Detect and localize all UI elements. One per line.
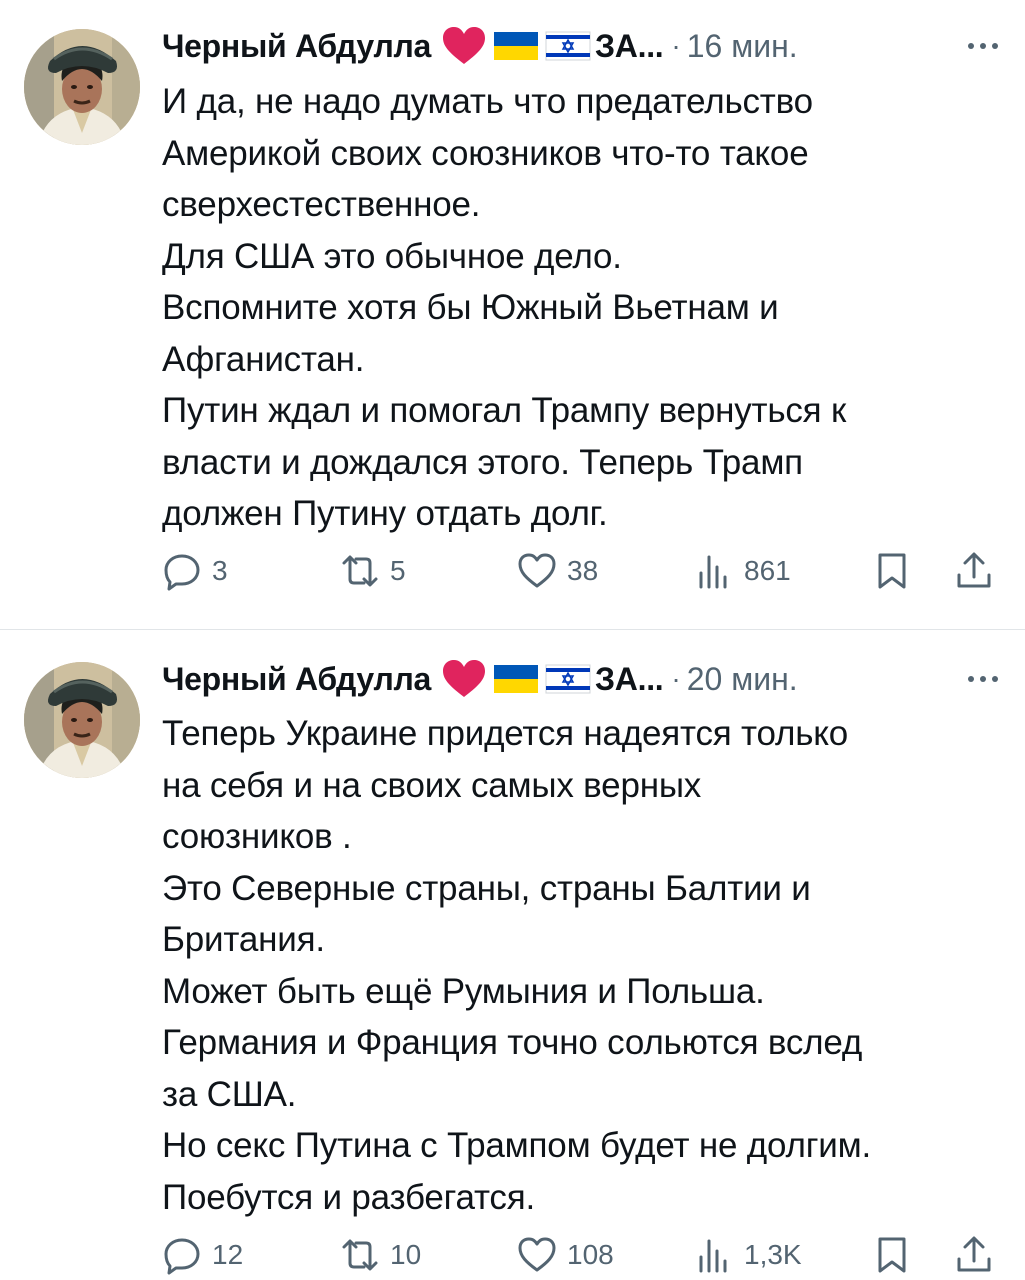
- tweet-line: союзников .: [162, 817, 352, 856]
- tweet-line: Германия и Франция точно сольются вслед: [162, 1023, 863, 1062]
- tweet-line: Британия.: [162, 920, 325, 959]
- tweet-line: Поебутся и разбегатся.: [162, 1177, 535, 1217]
- repost-button[interactable]: 10: [340, 1230, 421, 1280]
- reply-count: 12: [212, 1239, 244, 1270]
- tweet-line: на себя и на своих самых верных: [162, 765, 702, 805]
- tweet-line: Но секс Путина с Трампом будет не долгим…: [162, 1126, 872, 1165]
- tweet[interactable]: Черный Абдулла ЗА... · 20 мин. Теперь Ук…: [0, 0, 1025, 1280]
- tweet-line: Может быть ещё Румыния и Польша.: [162, 971, 765, 1011]
- repost-icon: [342, 1239, 378, 1271]
- israel-flag-icon: [545, 664, 591, 694]
- views-icon: [699, 1239, 727, 1273]
- ukraine-flag-icon: [494, 665, 539, 693]
- like-count: 108: [567, 1239, 614, 1270]
- tweet-line: Это Северные страны, страны Балтии и: [162, 868, 811, 908]
- views-count: 1,3K: [744, 1239, 802, 1270]
- red-heart-icon: [443, 660, 486, 697]
- tweet-header: Черный Абдулла ЗА... · 20 мин.: [162, 659, 1003, 699]
- share-button[interactable]: [954, 1230, 994, 1280]
- avatar-image: [24, 662, 140, 778]
- share-icon: [957, 1236, 991, 1272]
- avatar[interactable]: [24, 662, 140, 778]
- more-icon[interactable]: [963, 665, 1003, 693]
- author-name[interactable]: Черный Абдулла: [162, 661, 431, 698]
- bookmark-button[interactable]: [872, 1230, 912, 1280]
- repost-count: 10: [390, 1239, 422, 1270]
- tweet-line: Теперь Украине придется надеятся только: [162, 714, 849, 753]
- reply-icon: [164, 1238, 200, 1275]
- like-button[interactable]: 108: [517, 1230, 614, 1280]
- views-button[interactable]: 1,3K: [694, 1230, 802, 1280]
- tweet-text: Теперь Украине придется надеятся только …: [162, 708, 995, 1223]
- bookmark-icon: [878, 1237, 906, 1273]
- separator: ·: [671, 663, 681, 694]
- reply-button[interactable]: 12: [162, 1230, 243, 1280]
- like-icon: [518, 1237, 556, 1272]
- tweet-actions: 12 10 108 1,3K: [162, 1230, 1001, 1280]
- author-name-truncated: ЗА...: [595, 660, 664, 697]
- tweet-line: за США.: [162, 1074, 297, 1114]
- timestamp[interactable]: 20 мин.: [687, 661, 798, 698]
